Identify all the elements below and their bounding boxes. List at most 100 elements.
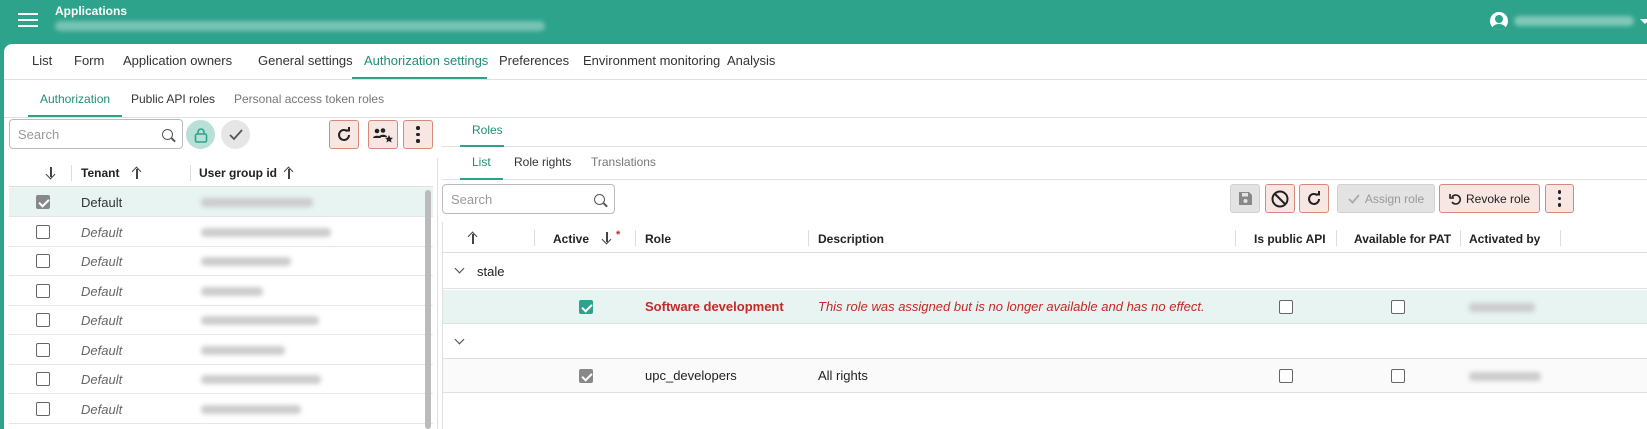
search-icon[interactable]	[162, 129, 173, 140]
tab-role-rights[interactable]: Role rights	[514, 155, 571, 169]
roles-table: Active * Role Description Is public API …	[442, 222, 1647, 429]
tab-environment-monitoring[interactable]: Environment monitoring	[583, 53, 720, 68]
active-tab-indicator	[460, 145, 504, 147]
row-checkbox[interactable]	[36, 254, 50, 268]
user-group-redacted	[201, 257, 291, 266]
assign-group-button[interactable]	[368, 120, 398, 149]
tab-general-settings[interactable]: General settings	[258, 53, 353, 68]
block-icon	[1271, 190, 1289, 207]
tab-preferences[interactable]: Preferences	[499, 53, 569, 68]
menu-icon[interactable]	[18, 13, 38, 29]
check-icon	[228, 128, 243, 140]
lock-button[interactable]	[186, 120, 215, 149]
left-more-button[interactable]	[403, 120, 433, 149]
column-user-group-id[interactable]: User group id	[199, 166, 277, 180]
confirm-button[interactable]	[221, 120, 250, 149]
user-group-table: Tenant User group id Default Default Def…	[9, 158, 433, 429]
app-header: Applications	[0, 0, 1647, 44]
user-group-redacted	[201, 405, 301, 414]
tab-public-api-roles[interactable]: Public API roles	[131, 92, 215, 106]
search-icon[interactable]	[594, 194, 605, 205]
column-is-public-api[interactable]: Is public API	[1254, 232, 1326, 246]
table-row[interactable]: Default	[9, 247, 433, 276]
main-content: List Form Application owners General set…	[4, 44, 1647, 429]
row-checkbox[interactable]	[36, 402, 50, 416]
tab-form[interactable]: Form	[74, 53, 104, 68]
column-available-for-pat[interactable]: Available for PAT	[1354, 232, 1451, 246]
chevron-down-icon[interactable]	[454, 334, 465, 345]
row-checkbox[interactable]	[36, 372, 50, 386]
chevron-down-icon[interactable]	[454, 263, 465, 274]
refresh-button[interactable]	[329, 120, 359, 149]
role-name: upc_developers	[645, 368, 737, 383]
table-row[interactable]: Default	[9, 188, 433, 217]
column-role[interactable]: Role	[645, 232, 671, 246]
tab-authorization[interactable]: Authorization	[40, 92, 110, 106]
user-group-redacted	[201, 198, 313, 207]
table-header: Active * Role Description Is public API …	[443, 222, 1647, 253]
tab-role-list[interactable]: List	[472, 155, 491, 169]
role-description: All rights	[818, 368, 868, 383]
roles-more-button[interactable]	[1545, 184, 1574, 213]
column-tenant[interactable]: Tenant	[81, 166, 119, 180]
row-checkbox[interactable]	[36, 313, 50, 327]
tab-application-owners[interactable]: Application owners	[123, 53, 232, 68]
table-row[interactable]: Software development This role was assig…	[443, 290, 1647, 324]
public-api-checkbox[interactable]	[1279, 300, 1293, 314]
tab-roles[interactable]: Roles	[472, 123, 503, 137]
row-checkbox[interactable]	[36, 343, 50, 357]
group-row-stale[interactable]: stale	[443, 254, 1647, 289]
group-star-icon	[373, 127, 393, 142]
tab-authorization-settings[interactable]: Authorization settings	[364, 53, 488, 68]
save-button[interactable]	[1230, 184, 1260, 213]
row-checkbox[interactable]	[36, 284, 50, 298]
table-header: Tenant User group id	[9, 158, 433, 187]
refresh-roles-button[interactable]	[1299, 184, 1329, 213]
undo-icon	[1449, 193, 1461, 205]
sub-tabs: Authorization Public API roles Personal …	[4, 81, 1647, 118]
column-description[interactable]: Description	[818, 232, 884, 246]
table-row[interactable]: Default	[9, 365, 433, 394]
table-row[interactable]: Default	[9, 277, 433, 306]
pat-checkbox[interactable]	[1391, 300, 1405, 314]
column-active[interactable]: Active	[553, 232, 589, 246]
left-search-input[interactable]: Search	[9, 119, 183, 149]
sort-asc-icon[interactable]	[132, 167, 142, 179]
sort-asc-icon[interactable]	[468, 232, 478, 244]
tab-personal-access-token-roles[interactable]: Personal access token roles	[234, 92, 384, 106]
main-tabs: List Form Application owners General set…	[4, 44, 1647, 80]
user-group-redacted	[201, 316, 319, 325]
table-row[interactable]: Default	[9, 336, 433, 365]
row-checkbox[interactable]	[36, 225, 50, 239]
app-title: Applications	[55, 4, 128, 18]
column-activated-by[interactable]: Activated by	[1469, 232, 1540, 246]
roles-search-input[interactable]: Search	[442, 184, 615, 214]
revoke-role-button[interactable]: Revoke role	[1439, 184, 1540, 213]
sort-desc-icon[interactable]	[602, 232, 612, 244]
active-checkbox[interactable]	[579, 300, 593, 314]
active-tab-indicator	[352, 77, 487, 79]
group-row[interactable]	[443, 325, 1647, 359]
table-row[interactable]: Default	[9, 306, 433, 335]
tab-translations[interactable]: Translations	[591, 155, 656, 169]
table-row[interactable]: upc_developers All rights	[443, 359, 1647, 393]
table-row[interactable]: Default	[9, 395, 433, 424]
sort-asc-icon[interactable]	[284, 167, 294, 179]
tab-analysis[interactable]: Analysis	[727, 53, 775, 68]
user-group-redacted	[201, 287, 263, 296]
scrollbar[interactable]	[425, 190, 431, 429]
table-row[interactable]: Default	[9, 218, 433, 247]
chevron-down-icon	[1640, 18, 1647, 24]
user-group-redacted	[201, 375, 321, 384]
tab-list[interactable]: List	[32, 53, 52, 68]
sort-desc-icon[interactable]	[46, 167, 56, 179]
row-checkbox[interactable]	[36, 195, 50, 209]
deactivate-button[interactable]	[1265, 184, 1295, 213]
user-menu[interactable]	[1490, 12, 1647, 30]
assign-role-button[interactable]: Assign role	[1337, 184, 1435, 213]
user-name-redacted	[1514, 16, 1634, 26]
save-icon	[1238, 192, 1252, 205]
pat-checkbox[interactable]	[1391, 369, 1405, 383]
active-checkbox[interactable]	[579, 369, 593, 383]
public-api-checkbox[interactable]	[1279, 369, 1293, 383]
